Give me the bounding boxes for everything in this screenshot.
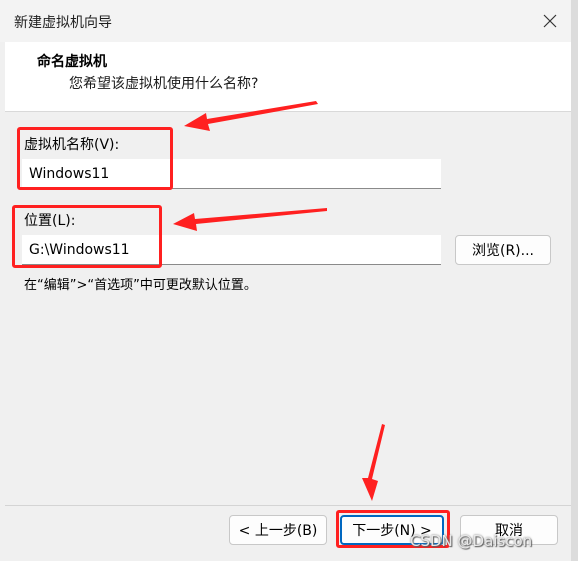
page-title: 命名虚拟机 xyxy=(37,54,107,70)
vm-name-input[interactable]: Windows11 xyxy=(22,159,441,189)
page-subtitle: 您希望该虚拟机使用什么名称? xyxy=(69,76,259,92)
csdn-watermark: CSDN @Daiscon xyxy=(410,532,533,550)
window-title: 新建虚拟机向导 xyxy=(14,15,112,31)
footer-divider xyxy=(5,505,571,506)
back-button[interactable]: < 上一步(B) xyxy=(229,515,327,545)
window-edge xyxy=(571,0,578,561)
location-label: 位置(L): xyxy=(24,213,76,229)
close-icon xyxy=(543,14,557,28)
location-input[interactable]: G:\Windows11 xyxy=(22,235,441,265)
new-vm-wizard-window: 新建虚拟机向导 命名虚拟机 您希望该虚拟机使用什么名称? 虚拟机名称(V): W… xyxy=(0,0,578,561)
browse-button[interactable]: 浏览(R)... xyxy=(455,235,551,265)
title-bar: 新建虚拟机向导 xyxy=(0,0,571,42)
location-hint: 在“编辑”>“首选项”中可更改默认位置。 xyxy=(24,278,257,293)
close-button[interactable] xyxy=(530,6,570,36)
wizard-header: 命名虚拟机 您希望该虚拟机使用什么名称? xyxy=(5,42,571,112)
vm-name-label: 虚拟机名称(V): xyxy=(24,137,120,153)
